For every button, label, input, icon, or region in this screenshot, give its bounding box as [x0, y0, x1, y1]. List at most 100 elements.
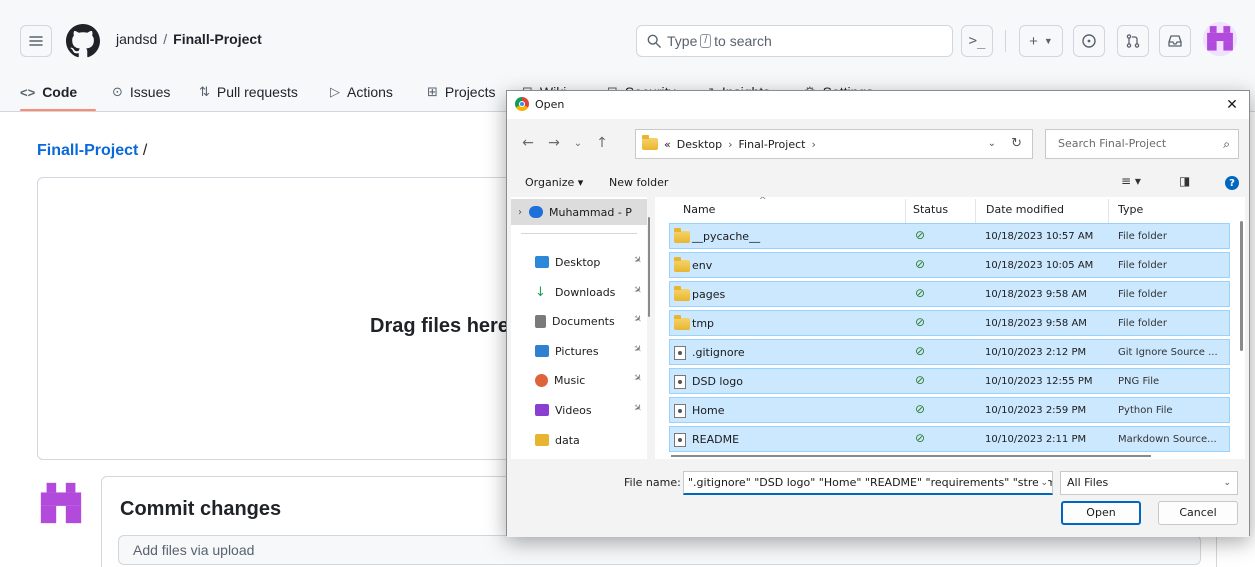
file-row[interactable]: env ⊘ 10/18/2023 10:05 AM File folder: [669, 252, 1230, 278]
file-row[interactable]: __pycache__ ⊘ 10/18/2023 10:57 AM File f…: [669, 223, 1230, 249]
pin-icon[interactable]: ✈: [630, 372, 644, 386]
issues-button[interactable]: [1073, 25, 1105, 57]
nav-item-downloads[interactable]: ↓ Downloads ✈: [511, 279, 651, 305]
pin-icon[interactable]: ✈: [630, 254, 644, 268]
pin-icon[interactable]: ✈: [630, 284, 644, 298]
pin-icon[interactable]: ✈: [630, 402, 644, 416]
user-avatar[interactable]: [1203, 22, 1237, 56]
markdown-file-icon: [674, 433, 686, 450]
address-crumb-desktop[interactable]: Desktop: [677, 138, 722, 151]
menu-button[interactable]: [20, 25, 52, 57]
file-name: env: [692, 259, 713, 272]
tab-projects[interactable]: ⊞ Projects: [427, 72, 495, 112]
file-type-select[interactable]: All Files ⌄: [1060, 471, 1238, 495]
pin-icon[interactable]: ✈: [630, 343, 644, 357]
pull-requests-button[interactable]: [1117, 25, 1149, 57]
nav-item-label: data: [555, 433, 580, 447]
drop-zone-text: Drag files here: [370, 315, 509, 337]
create-new-button[interactable]: + ▼: [1019, 25, 1063, 57]
up-arrow-icon[interactable]: ↑: [593, 135, 611, 151]
file-type: File folder: [1118, 231, 1167, 242]
nav-item-videos[interactable]: Videos ✈: [511, 397, 651, 423]
sort-caret-icon: ^: [759, 197, 767, 206]
address-bar[interactable]: « Desktop › Final-Project › ⌄ ↻: [635, 129, 1033, 159]
projects-icon: ⊞: [427, 84, 438, 99]
refresh-icon[interactable]: ↻: [1011, 136, 1022, 151]
issue-icon: [1082, 34, 1096, 48]
nav-item-documents[interactable]: Documents ✈: [511, 308, 651, 334]
nav-item-onedrive[interactable]: › Muhammad - P: [511, 199, 651, 225]
view-options-icon[interactable]: ≡ ▾: [1121, 174, 1141, 188]
address-crumb-final-project[interactable]: Final-Project: [739, 138, 806, 151]
address-overflow[interactable]: «: [664, 138, 671, 151]
column-divider[interactable]: [905, 199, 906, 223]
column-status[interactable]: Status: [913, 203, 948, 216]
nav-item-data[interactable]: data: [511, 427, 651, 453]
breadcrumb-repo-link[interactable]: Finall-Project: [37, 142, 138, 159]
file-date: 10/18/2023 9:58 AM: [985, 289, 1087, 300]
file-row[interactable]: tmp ⊘ 10/18/2023 9:58 AM File folder: [669, 310, 1230, 336]
column-divider[interactable]: [975, 199, 976, 223]
recent-locations-chevron-icon[interactable]: ⌄: [569, 138, 587, 149]
preview-pane-icon[interactable]: ◨: [1179, 174, 1190, 188]
file-row[interactable]: pages ⊘ 10/18/2023 9:58 AM File folder: [669, 281, 1230, 307]
pin-icon[interactable]: ✈: [630, 313, 644, 327]
repo-owner-link[interactable]: jandsd: [116, 31, 157, 47]
inbox-button[interactable]: [1159, 25, 1191, 57]
file-date: 10/10/2023 2:11 PM: [985, 434, 1087, 445]
tab-actions[interactable]: ▷ Actions: [330, 72, 393, 112]
nav-item-pictures[interactable]: Pictures ✈: [511, 338, 651, 364]
tab-issues[interactable]: ⊙ Issues: [112, 72, 170, 112]
file-type: File folder: [1118, 289, 1167, 300]
hamburger-icon: [29, 36, 43, 46]
pictures-icon: [535, 345, 549, 357]
file-row[interactable]: README ⊘ 10/10/2023 2:11 PM Markdown Sou…: [669, 426, 1230, 452]
github-logo-icon[interactable]: [66, 24, 100, 58]
column-divider[interactable]: [1108, 199, 1109, 223]
forward-arrow-icon[interactable]: →: [545, 135, 563, 151]
sync-status-icon: ⊘: [915, 286, 926, 300]
file-list-horizontal-scrollbar[interactable]: [671, 455, 1151, 457]
address-dropdown-icon[interactable]: ⌄: [988, 138, 996, 149]
nav-pane-scrollbar[interactable]: [647, 197, 651, 459]
file-date: 10/10/2023 12:55 PM: [985, 376, 1093, 387]
nav-item-music[interactable]: Music ✈: [511, 367, 651, 393]
file-date: 10/10/2023 2:59 PM: [985, 405, 1087, 416]
search-icon: ⌕: [1223, 137, 1230, 151]
close-icon[interactable]: ✕: [1221, 94, 1243, 116]
column-date-modified[interactable]: Date modified: [986, 203, 1064, 216]
commit-title: Commit changes: [120, 498, 282, 520]
tab-pull-requests[interactable]: ⇅ Pull requests: [199, 72, 298, 112]
python-file-icon: [674, 404, 686, 421]
tab-actions-label: Actions: [347, 84, 393, 100]
file-name: DSD logo: [692, 375, 743, 388]
folder-icon: [674, 286, 690, 301]
dialog-title-bar[interactable]: Open ✕: [507, 91, 1249, 119]
column-type[interactable]: Type: [1118, 203, 1143, 216]
dialog-search-input[interactable]: Search Final-Project ⌕: [1045, 129, 1239, 159]
tab-code[interactable]: <> Code: [20, 72, 77, 112]
chevron-down-icon[interactable]: ⌄: [1038, 472, 1048, 493]
search-input[interactable]: Type / to search: [636, 25, 953, 57]
cancel-button[interactable]: Cancel: [1158, 501, 1238, 525]
column-name[interactable]: Name: [683, 203, 715, 216]
organize-button[interactable]: Organize ▾: [525, 176, 583, 189]
commit-message-input[interactable]: Add files via upload: [118, 535, 1201, 565]
tab-code-label: Code: [42, 84, 78, 100]
file-row[interactable]: .gitignore ⊘ 10/10/2023 2:12 PM Git Igno…: [669, 339, 1230, 365]
file-name-input[interactable]: ".gitignore" "DSD logo" "Home" "README" …: [683, 471, 1053, 495]
command-palette-button[interactable]: >_: [961, 25, 993, 57]
file-list-scrollbar[interactable]: [1240, 221, 1243, 351]
file-row[interactable]: DSD logo ⊘ 10/10/2023 12:55 PM PNG File: [669, 368, 1230, 394]
open-button[interactable]: Open: [1061, 501, 1141, 525]
nav-item-desktop[interactable]: Desktop ✈: [511, 249, 651, 275]
file-row[interactable]: Home ⊘ 10/10/2023 2:59 PM Python File: [669, 397, 1230, 423]
folder-icon: [674, 315, 690, 330]
download-icon: ↓: [535, 284, 546, 300]
back-arrow-icon[interactable]: ←: [519, 135, 537, 151]
dialog-footer: File name: ".gitignore" "DSD logo" "Home…: [507, 461, 1249, 537]
nav-divider: [521, 233, 637, 234]
help-icon[interactable]: ?: [1225, 176, 1239, 190]
new-folder-button[interactable]: New folder: [609, 176, 668, 189]
repo-name-link[interactable]: Finall-Project: [173, 31, 262, 47]
